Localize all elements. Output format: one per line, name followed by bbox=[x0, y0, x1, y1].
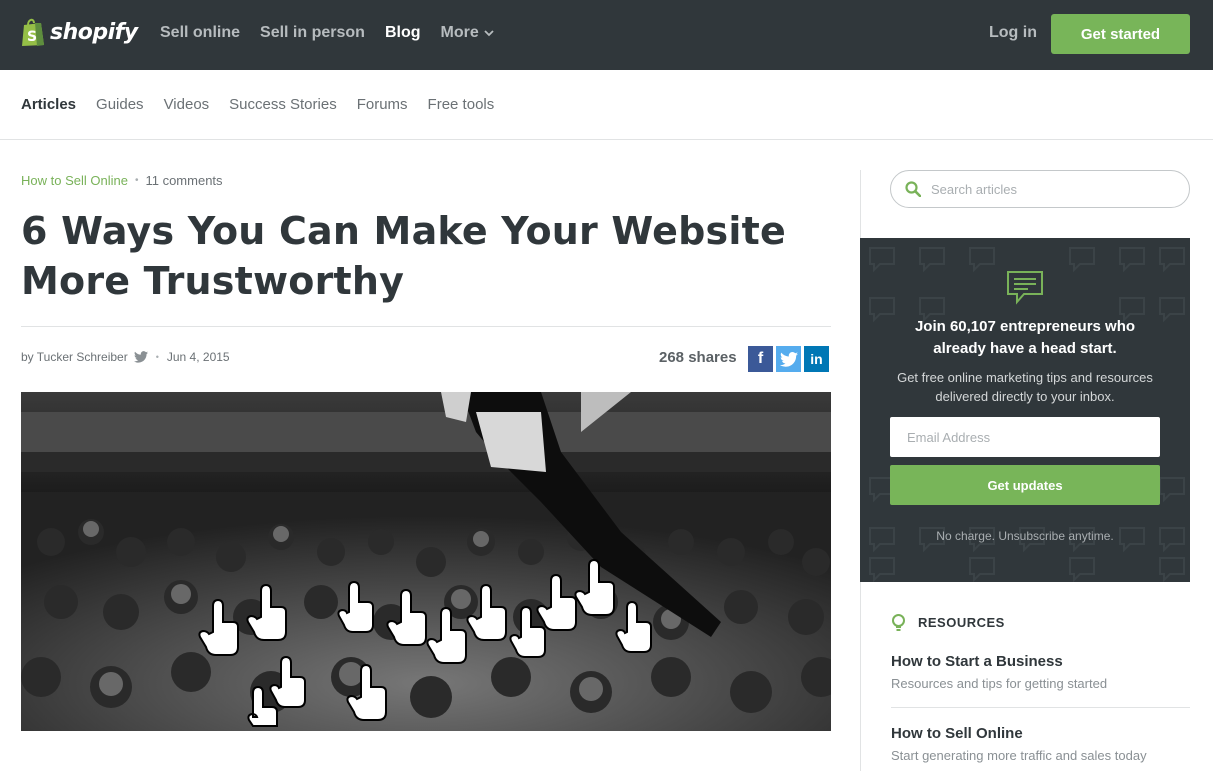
chevron-down-icon bbox=[484, 30, 494, 37]
top-navigation-bar: S shopify Sell online Sell in person Blo… bbox=[0, 0, 1213, 70]
signup-note: No charge. Unsubscribe anytime. bbox=[936, 529, 1114, 543]
search-box[interactable] bbox=[890, 170, 1190, 208]
publish-date: Jun 4, 2015 bbox=[166, 350, 230, 364]
shopping-bag-icon: S bbox=[22, 18, 44, 46]
article-meta-top: How to Sell Online • 11 comments bbox=[21, 173, 223, 188]
category-link[interactable]: How to Sell Online bbox=[21, 173, 128, 188]
nav-sell-online[interactable]: Sell online bbox=[160, 24, 240, 42]
resources-label: RESOURCES bbox=[918, 615, 1005, 630]
crowd-surfing-photo bbox=[21, 392, 831, 731]
linkedin-icon[interactable]: in bbox=[804, 346, 829, 372]
get-started-button[interactable]: Get started bbox=[1051, 14, 1190, 54]
separator-dot: • bbox=[155, 352, 159, 362]
resource-item[interactable]: How to Start a Business Resources and ti… bbox=[891, 653, 1191, 691]
signup-headline: Join 60,107 entrepreneurs who already ha… bbox=[914, 318, 1136, 357]
social-share-buttons: f in bbox=[748, 346, 829, 372]
subnav-success-stories[interactable]: Success Stories bbox=[229, 96, 337, 113]
resource-title[interactable]: How to Sell Online bbox=[891, 725, 1191, 742]
signup-subtext: Get free online marketing tips and resou… bbox=[897, 370, 1153, 404]
login-link[interactable]: Log in bbox=[989, 24, 1037, 42]
newsletter-signup: Join 60,107 entrepreneurs who already ha… bbox=[860, 238, 1190, 582]
email-input[interactable] bbox=[907, 429, 1147, 445]
article-title: 6 Ways You Can Make Your Website More Tr… bbox=[21, 209, 786, 303]
svg-text:S: S bbox=[27, 29, 37, 45]
shopify-logo[interactable]: S shopify bbox=[20, 17, 138, 47]
twitter-bird-icon[interactable] bbox=[133, 351, 148, 363]
resource-title[interactable]: How to Start a Business bbox=[891, 653, 1191, 670]
divider bbox=[21, 326, 831, 327]
nav-more-label: More bbox=[440, 24, 479, 41]
subnav-forums[interactable]: Forums bbox=[357, 96, 408, 113]
author-link[interactable]: by Tucker Schreiber bbox=[21, 350, 128, 364]
main-nav: Sell online Sell in person Blog More bbox=[160, 24, 514, 42]
byline: by Tucker Schreiber • Jun 4, 2015 bbox=[21, 350, 230, 364]
subnav-guides[interactable]: Guides bbox=[96, 96, 144, 113]
resource-item[interactable]: How to Sell Online Start generating more… bbox=[891, 725, 1191, 763]
newsletter-icon bbox=[1007, 271, 1043, 305]
blog-sub-nav: Articles Guides Videos Success Stories F… bbox=[0, 70, 1213, 140]
search-icon bbox=[905, 181, 921, 197]
share-count: 268 shares bbox=[659, 349, 737, 366]
logo-wordmark: shopify bbox=[50, 19, 138, 45]
divider bbox=[891, 707, 1190, 708]
subnav-free-tools[interactable]: Free tools bbox=[428, 96, 495, 113]
resource-description: Resources and tips for getting started bbox=[891, 676, 1108, 691]
subnav-articles[interactable]: Articles bbox=[21, 96, 76, 113]
comments-link[interactable]: 11 comments bbox=[145, 173, 222, 188]
facebook-icon[interactable]: f bbox=[748, 346, 773, 372]
twitter-icon[interactable] bbox=[776, 346, 801, 372]
lightbulb-icon bbox=[892, 614, 905, 631]
nav-more[interactable]: More bbox=[440, 24, 494, 42]
hero-image bbox=[21, 392, 831, 731]
separator-dot: • bbox=[134, 175, 139, 186]
email-field[interactable] bbox=[890, 417, 1160, 457]
nav-sell-in-person[interactable]: Sell in person bbox=[260, 24, 365, 42]
resource-description: Start generating more traffic and sales … bbox=[891, 748, 1147, 763]
get-updates-button[interactable]: Get updates bbox=[890, 465, 1160, 505]
search-input[interactable] bbox=[931, 181, 1171, 197]
resources-heading: RESOURCES bbox=[891, 614, 1005, 631]
nav-blog[interactable]: Blog bbox=[385, 24, 421, 42]
subnav-videos[interactable]: Videos bbox=[164, 96, 210, 113]
